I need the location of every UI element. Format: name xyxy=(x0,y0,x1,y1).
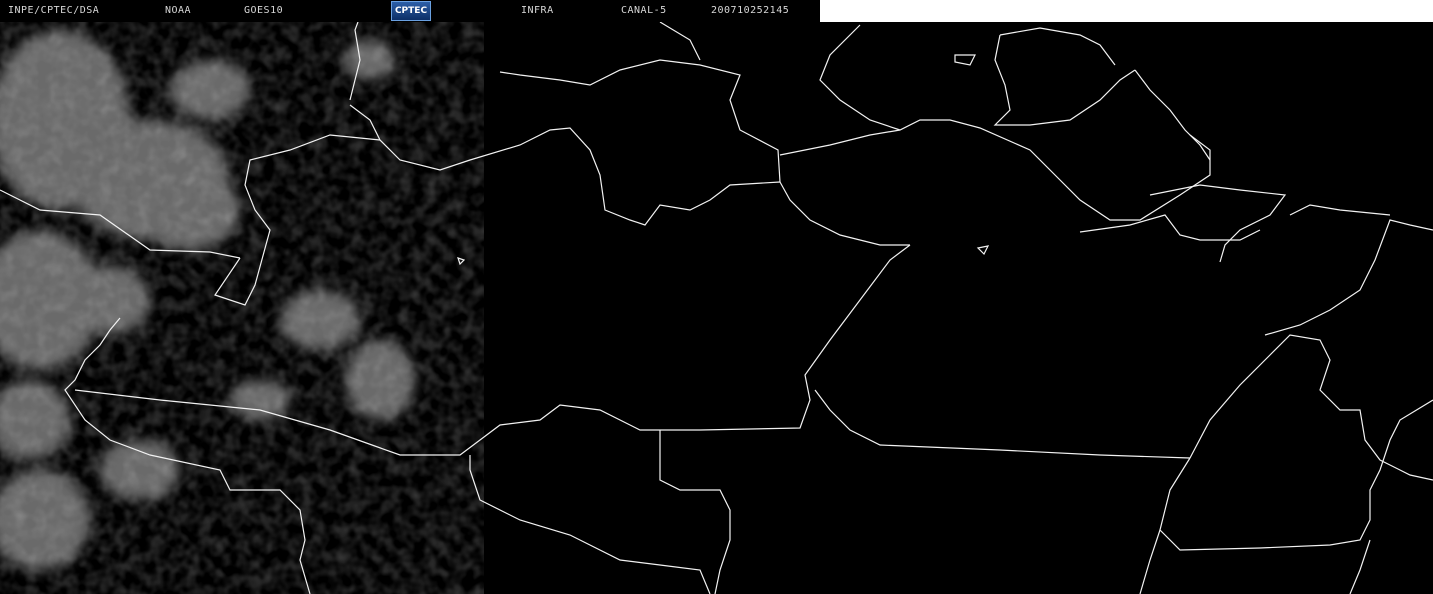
satellite-image: INPE/CPTEC/DSA NOAA GOES10 CPTEC INFRA C… xyxy=(0,0,1433,594)
band-label: INFRA xyxy=(521,5,554,16)
channel-label: CANAL-5 xyxy=(621,5,667,16)
map-layer xyxy=(0,21,1433,594)
cloud-cover xyxy=(0,22,440,594)
timestamp-label: 200710252145 xyxy=(711,5,790,16)
source-label: INPE/CPTEC/DSA xyxy=(8,5,100,16)
cptec-logo: CPTEC xyxy=(391,1,431,21)
cptec-logo-text: CPTEC xyxy=(394,6,428,16)
image-header-bar: INPE/CPTEC/DSA NOAA GOES10 CPTEC INFRA C… xyxy=(0,0,820,22)
agency-label: NOAA xyxy=(165,5,192,16)
satellite-label: GOES10 xyxy=(244,5,284,16)
header-blank-area xyxy=(820,0,1433,22)
